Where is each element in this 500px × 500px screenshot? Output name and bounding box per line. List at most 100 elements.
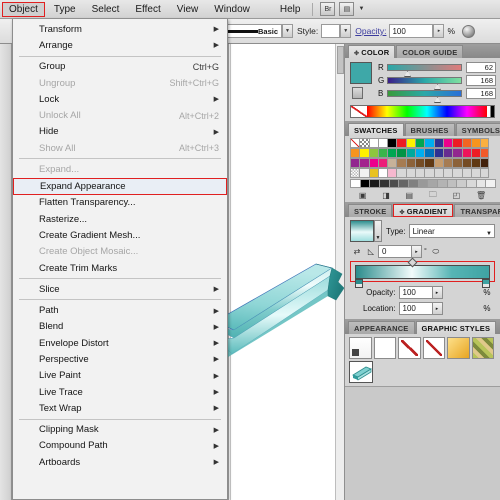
menu-item-flatten-transparency[interactable]: Flatten Transparency... xyxy=(13,195,227,211)
swatch-cell[interactable] xyxy=(388,179,399,188)
swatch-cell[interactable] xyxy=(452,148,462,158)
white-black-swatch[interactable] xyxy=(487,106,494,117)
swatch-cell[interactable] xyxy=(377,138,388,148)
swatch-cell[interactable] xyxy=(379,179,389,188)
swatch-cell[interactable] xyxy=(387,168,397,178)
swatch-cell[interactable] xyxy=(350,179,360,188)
color-spectrum-bar[interactable] xyxy=(350,105,495,118)
swatch-cell[interactable] xyxy=(461,138,471,148)
swatch-cell[interactable] xyxy=(415,138,425,148)
tab-gradient[interactable]: ✤ GRADIENT xyxy=(393,204,454,217)
swatch-cell[interactable] xyxy=(405,148,416,158)
gradient-preview-icon[interactable] xyxy=(462,24,476,38)
gradient-angle-input[interactable]: 0 xyxy=(378,245,412,258)
swatch-cell[interactable] xyxy=(452,138,462,148)
swatch-cell[interactable] xyxy=(442,138,453,148)
swatch-cell[interactable] xyxy=(369,179,380,188)
menu-item-arrange[interactable]: Arrange ▶ xyxy=(13,37,227,53)
menu-item-clipping-mask[interactable]: Clipping Mask ▶ xyxy=(13,422,227,438)
swatch-cell[interactable] xyxy=(405,158,416,168)
fill-color-chip[interactable] xyxy=(350,62,372,84)
swatch-cell[interactable] xyxy=(359,179,370,188)
reverse-gradient-icon[interactable]: ⇄ xyxy=(350,246,364,258)
swatch-cell[interactable] xyxy=(405,168,416,178)
menu-item-artboards[interactable]: Artboards ▶ xyxy=(13,454,227,470)
menu-item-slice[interactable]: Slice ▶ xyxy=(13,281,227,297)
swatch-cell[interactable] xyxy=(461,158,471,168)
swatch-cell[interactable] xyxy=(396,168,406,178)
swatch-cell[interactable] xyxy=(396,148,406,158)
tab-brushes[interactable]: BRUSHES xyxy=(404,123,455,136)
slider-thumb-b[interactable] xyxy=(433,97,441,103)
swatch-cell[interactable] xyxy=(442,148,453,158)
show-swatch-kinds-icon[interactable]: ◨ xyxy=(382,191,390,200)
opacity-input[interactable]: 100 xyxy=(389,24,434,38)
swatch-cell[interactable] xyxy=(470,158,481,168)
slider-row-r[interactable]: R 62 xyxy=(378,62,496,77)
swatch-cell[interactable] xyxy=(424,158,434,168)
swatch-cell[interactable] xyxy=(350,148,360,158)
swatch-cell[interactable] xyxy=(359,168,369,178)
swatch-cell[interactable] xyxy=(398,179,409,188)
teal-3d-extruded-shape[interactable] xyxy=(212,244,347,404)
tab-swatches[interactable]: SWATCHES xyxy=(348,123,404,136)
pattern-swatch[interactable] xyxy=(350,168,360,178)
gradient-stop-end[interactable] xyxy=(482,279,490,288)
menu-item-compound-path[interactable]: Compound Path ▶ xyxy=(13,438,227,454)
gradient-stop-start[interactable] xyxy=(355,279,363,288)
tab-color-guide[interactable]: COLOR GUIDE xyxy=(396,45,464,58)
swatch-cell[interactable] xyxy=(368,158,378,168)
swatch-cell[interactable] xyxy=(368,168,378,178)
tab-graphic-styles[interactable]: GRAPHIC STYLES xyxy=(415,321,497,334)
swatch-cell[interactable] xyxy=(424,148,434,158)
menu-item-create-trim-marks[interactable]: Create Trim Marks xyxy=(13,260,227,276)
menu-item-lock[interactable]: Lock ▶ xyxy=(13,91,227,107)
style-default-style[interactable] xyxy=(349,337,372,359)
swatch-options-icon[interactable]: ▤ xyxy=(406,191,414,200)
arrange-documents-icon[interactable]: ▤ xyxy=(339,2,355,16)
menu-object[interactable]: Object xyxy=(2,1,45,17)
style-swatch[interactable] xyxy=(321,24,341,38)
menu-item-text-wrap[interactable]: Text Wrap ▶ xyxy=(13,400,227,416)
swatch-cell[interactable] xyxy=(461,148,471,158)
bridge-icon[interactable]: Br xyxy=(320,2,336,16)
none-swatch-icon[interactable] xyxy=(350,138,360,148)
menu-item-transform[interactable]: Transform ▶ xyxy=(13,21,227,37)
slider-track-r[interactable] xyxy=(387,64,462,77)
chevron-down-icon[interactable]: ▼ xyxy=(358,6,364,12)
swatch-cell[interactable] xyxy=(408,179,418,188)
opacity-stepper-icon[interactable]: ▸ xyxy=(433,24,445,38)
tab-stroke[interactable]: STROKE xyxy=(348,204,393,217)
swatch-cell[interactable] xyxy=(442,158,453,168)
swatch-cell[interactable] xyxy=(433,138,443,148)
gradient-fill-preview[interactable] xyxy=(350,220,374,242)
swatch-cell[interactable] xyxy=(417,179,428,188)
new-swatch-icon[interactable]: ◰ xyxy=(453,191,461,200)
menu-item-envelope-distort[interactable]: Envelope Distort ▶ xyxy=(13,335,227,351)
slider-row-g[interactable]: G 168 xyxy=(378,75,496,90)
style-texture-style[interactable] xyxy=(471,337,494,359)
chevron-down-icon[interactable]: ▼ xyxy=(340,24,352,38)
swatch-cell[interactable] xyxy=(377,168,388,178)
swatch-cell[interactable] xyxy=(387,158,397,168)
tab-symbols[interactable]: SYMBOLS xyxy=(455,123,500,136)
swatch-cell[interactable] xyxy=(442,168,453,178)
none-swatch-icon[interactable] xyxy=(351,106,367,117)
swatch-cell[interactable] xyxy=(415,158,425,168)
gradient-type-select[interactable]: Linear ▼ xyxy=(408,224,495,238)
style-no-stroke-style[interactable] xyxy=(422,337,445,359)
swatch-cell[interactable] xyxy=(427,179,438,188)
swatch-cell[interactable] xyxy=(475,179,486,188)
swatch-cell[interactable] xyxy=(470,138,481,148)
hue-spectrum[interactable] xyxy=(367,106,487,117)
swatch-library-icon[interactable]: ▣ xyxy=(359,191,367,200)
slider-row-b[interactable]: B 168 xyxy=(378,88,496,103)
menu-item-blend[interactable]: Blend ▶ xyxy=(13,319,227,335)
slider-track-b[interactable] xyxy=(387,90,462,103)
swatch-cell[interactable] xyxy=(480,138,490,148)
chevron-down-icon[interactable]: ▼ xyxy=(374,220,382,242)
tab-appearance[interactable]: APPEARANCE xyxy=(348,321,415,334)
swatch-cell[interactable] xyxy=(396,158,406,168)
gradient-ramp[interactable] xyxy=(355,257,490,288)
menu-select[interactable]: Select xyxy=(85,2,127,17)
